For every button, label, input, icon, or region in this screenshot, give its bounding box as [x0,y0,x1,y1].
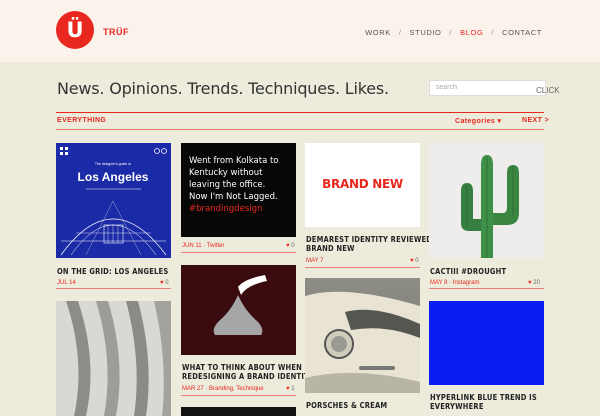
card-likes-cactii[interactable]: ♥ 20 [528,280,540,286]
la-thumb-title: Los Angeles [78,170,149,184]
card-title-blue[interactable]: HYPERLINK BLUE TREND IS EVERYWHERE [430,393,537,411]
card-likes-brandnew[interactable]: ♥ 0 [410,258,419,264]
stripes-graphic [66,301,171,416]
card-divider [181,395,296,396]
card-title-cactii[interactable]: CACTIII #DROUGHT [430,267,506,276]
heart-icon: ♥ [286,243,290,249]
card-divider [181,252,296,253]
la-thumb-subtitle: The designer's guide to [95,162,131,166]
nav-contact[interactable]: CONTACT [502,28,542,37]
divider [56,112,544,113]
heart-icon: ♥ [528,280,532,286]
card-meta-la: JUL 14 [57,280,76,286]
card-likes-kolkata[interactable]: ♥ 0 [286,243,295,249]
card-thumbnail-kisses[interactable] [181,265,296,355]
search-input[interactable]: search [429,80,546,96]
categories-dropdown[interactable]: Categories ▾ [455,117,501,125]
card-thumbnail-blue[interactable] [429,301,544,385]
main-nav: WORK / STUDIO / BLOG / CONTACT [365,28,542,37]
next-page-link[interactable]: NEXT > [522,117,549,124]
logo[interactable]: Ü [56,11,94,49]
brandnew-logo-text: BRAND NEW [322,177,403,191]
nav-separator: / [398,28,402,37]
card-divider [56,288,171,289]
porsche-graphic [305,291,420,393]
card-thumbnail-next[interactable] [181,407,296,416]
card-thumbnail-brandnew[interactable]: BRAND NEW [305,143,420,227]
heart-icon: ♥ [160,280,164,286]
tweet-text: Went from Kolkata to Kentucky without le… [189,156,279,214]
site-header: Ü TRÜF WORK / STUDIO / BLOG / CONTACT [0,0,600,62]
nav-separator: / [449,28,453,37]
kiss-graphic [213,275,267,335]
card-divider [429,288,544,289]
nav-work[interactable]: WORK [365,28,391,37]
card-meta-cactii: MAY 8 · Instagram [430,280,480,286]
card-meta-brandnew: MAY 7 [306,258,324,264]
nav-blog[interactable]: BLOG [460,28,483,37]
page-tagline: News. Opinions. Trends. Techniques. Like… [57,79,389,98]
heart-icon: ♥ [410,258,414,264]
card-thumbnail-stripes[interactable] [56,301,171,416]
card-likes-kisses[interactable]: ♥ 1 [286,386,295,392]
card-title-porsche[interactable]: PORSCHES & CREAM [306,401,387,410]
search-button[interactable]: CLICK [536,86,560,95]
card-title-la[interactable]: ON THE GRID: LOS ANGELES [57,267,168,276]
nav-separator: / [491,28,495,37]
card-thumbnail-la[interactable]: The designer's guide to Los Angeles [56,143,171,258]
card-meta-kisses: MAR 27 · Branding, Technique [182,386,264,392]
card-thumbnail-porsche[interactable] [305,278,420,393]
card-thumbnail-cactii[interactable] [429,143,544,258]
nav-studio[interactable]: STUDIO [410,28,442,37]
la-stadium-graphic: The designer's guide to Los Angeles [60,147,167,256]
card-title-kisses[interactable]: WHAT TO THINK ABOUT WHEN REDESIGNING A BR… [182,363,314,381]
heart-icon: ♥ [286,386,290,392]
card-meta-kolkata: JUN 11 · Twitter [182,243,225,249]
divider [56,129,544,130]
card-thumbnail-kolkata[interactable]: Went from Kolkata to Kentucky without le… [181,143,296,237]
card-title-brandnew[interactable]: DEMAREST IDENTITY REVIEWED ON BRAND NEW [306,235,446,253]
brand-name[interactable]: TRÜF [103,27,129,37]
filter-everything[interactable]: EVERYTHING [57,117,106,124]
card-divider [305,267,420,268]
cactus-graphic [461,155,519,258]
card-likes-la[interactable]: ♥ 0 [160,280,169,286]
